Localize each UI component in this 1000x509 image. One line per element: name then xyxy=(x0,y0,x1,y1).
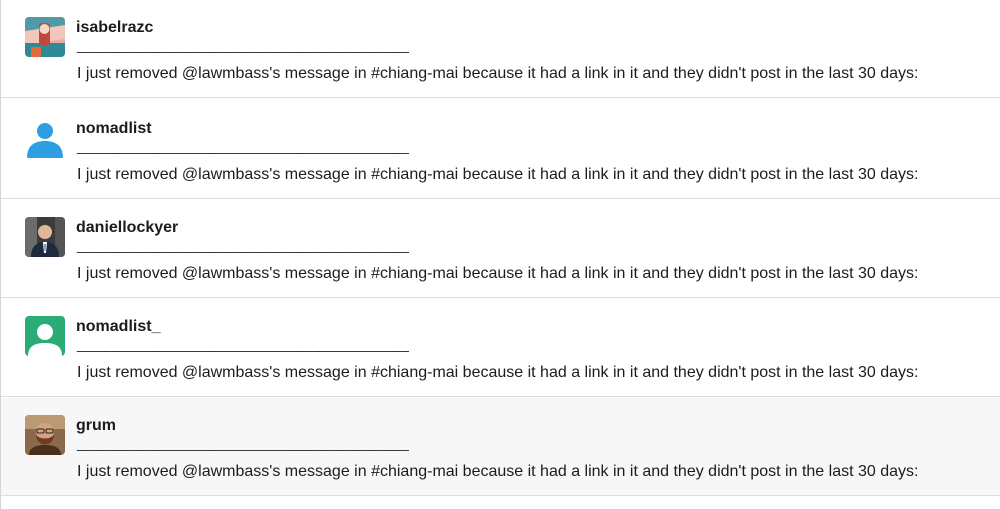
avatar[interactable] xyxy=(25,316,65,356)
separator-line: ______________________________________ xyxy=(77,138,410,155)
user-photo-icon xyxy=(25,217,65,257)
message-feed: isabelrazc _____________________________… xyxy=(0,0,1000,509)
avatar[interactable] xyxy=(25,118,65,158)
message-text: I just removed @lawmbass's message in #c… xyxy=(77,166,919,183)
separator-line: ______________________________________ xyxy=(77,237,410,254)
message-text: I just removed @lawmbass's message in #c… xyxy=(77,265,919,282)
message-text: I just removed @lawmbass's message in #c… xyxy=(77,364,919,381)
user-photo-icon xyxy=(25,17,65,57)
separator-line: ______________________________________ xyxy=(77,37,410,54)
message-row[interactable]: isabelrazc _____________________________… xyxy=(1,0,1000,98)
message-row[interactable]: daniellockyer __________________________… xyxy=(1,200,1000,298)
default-user-icon xyxy=(25,316,65,356)
avatar[interactable] xyxy=(25,415,65,455)
user-photo-icon xyxy=(25,415,65,455)
default-user-icon xyxy=(25,118,65,158)
separator-line: ______________________________________ xyxy=(77,336,410,353)
separator-line: ______________________________________ xyxy=(77,435,410,452)
message-row[interactable]: nomadlist ______________________________… xyxy=(1,101,1000,199)
message-text: I just removed @lawmbass's message in #c… xyxy=(77,463,919,480)
message-row[interactable]: nomadlist_ _____________________________… xyxy=(1,299,1000,397)
avatar[interactable] xyxy=(25,17,65,57)
message-row[interactable]: grum ___________________________________… xyxy=(1,398,1000,496)
avatar[interactable] xyxy=(25,217,65,257)
message-text: I just removed @lawmbass's message in #c… xyxy=(77,65,919,82)
